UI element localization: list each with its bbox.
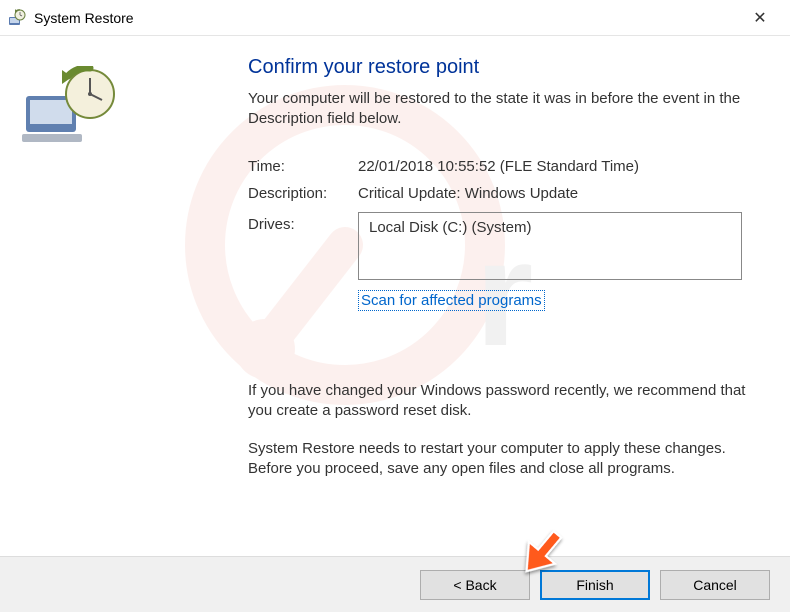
page-subtext: Your computer will be restored to the st… [248, 89, 760, 130]
description-value: Critical Update: Windows Update [358, 185, 578, 202]
content-area: Confirm your restore point Your computer… [0, 36, 790, 556]
system-restore-icon [20, 66, 120, 146]
time-row: Time: 22/01/2018 10:55:52 (FLE Standard … [248, 158, 760, 175]
description-label: Description: [248, 185, 358, 202]
drives-label: Drives: [248, 212, 358, 280]
drives-item: Local Disk (C:) (System) [369, 219, 532, 236]
time-value: 22/01/2018 10:55:52 (FLE Standard Time) [358, 158, 639, 175]
time-label: Time: [248, 158, 358, 175]
close-button[interactable]: ✕ [738, 2, 782, 34]
drives-row: Drives: Local Disk (C:) (System) [248, 212, 760, 280]
drives-listbox[interactable]: Local Disk (C:) (System) [358, 212, 742, 280]
notes-section: If you have changed your Windows passwor… [248, 381, 760, 480]
window-title: System Restore [34, 10, 738, 26]
titlebar: System Restore ✕ [0, 0, 790, 36]
close-icon: ✕ [753, 8, 766, 28]
restart-note: System Restore needs to restart your com… [248, 439, 760, 480]
scan-affected-programs-link[interactable]: Scan for affected programs [358, 290, 545, 311]
page-heading: Confirm your restore point [248, 56, 760, 79]
finish-button[interactable]: Finish [540, 570, 650, 600]
password-note: If you have changed your Windows passwor… [248, 381, 760, 422]
cancel-button[interactable]: Cancel [660, 570, 770, 600]
left-pane [0, 56, 200, 556]
description-row: Description: Critical Update: Windows Up… [248, 185, 760, 202]
main-pane: Confirm your restore point Your computer… [200, 56, 790, 556]
button-footer: < Back Finish Cancel [0, 556, 790, 612]
system-restore-titlebar-icon [8, 9, 26, 27]
back-button[interactable]: < Back [420, 570, 530, 600]
